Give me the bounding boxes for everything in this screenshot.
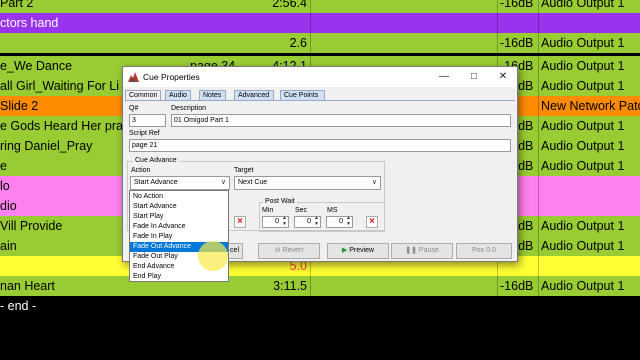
cue-number-field[interactable]: 3 xyxy=(129,114,166,127)
sec-spinner[interactable]: 0 ▲ ▼ xyxy=(294,215,321,228)
min-value: 0 xyxy=(275,218,279,225)
cue-output: Audio Output 1 xyxy=(541,239,625,253)
dropdown-option[interactable]: Start Play xyxy=(130,212,228,222)
dialog-title-bar[interactable]: Cue Properties — □ ✕ xyxy=(123,67,517,87)
cue-name: Part 2 xyxy=(0,0,34,10)
position-button[interactable]: Pos 0.0 xyxy=(456,243,512,259)
script-ref-field[interactable]: page 21 xyxy=(129,139,511,152)
cue-output: Audio Output 1 xyxy=(541,36,625,50)
min-spinner[interactable]: 0 ▲ ▼ xyxy=(262,215,289,228)
post-wait-label: Post Wait xyxy=(263,198,297,205)
sec-value: 0 xyxy=(307,218,311,225)
pause-icon: ❚❚ xyxy=(405,247,419,254)
app-logo-icon xyxy=(128,72,139,82)
tab-divider xyxy=(125,100,515,101)
cue-row[interactable]: 2.6 -16dB Audio Output 1 xyxy=(0,33,640,53)
clear-x-icon[interactable]: × xyxy=(366,216,378,228)
cue-level: -16dB xyxy=(500,279,534,293)
cue-output: Audio Output 1 xyxy=(541,139,625,153)
close-icon[interactable]: ✕ xyxy=(492,70,514,84)
cue-output: Audio Output 1 xyxy=(541,159,625,173)
spinner-arrows-icon[interactable]: ▲ ▼ xyxy=(282,215,287,227)
cue-advance-label: Cue Advance xyxy=(133,157,179,164)
revert-label: Revert xyxy=(282,247,304,254)
dropdown-option[interactable]: End Play xyxy=(130,272,228,282)
preview-label: Preview xyxy=(349,247,375,254)
cue-row[interactable]: nan Heart 3:11.5 -16dB Audio Output 1 xyxy=(0,276,640,296)
description-label: Description xyxy=(171,105,207,112)
description-field[interactable]: 01 Omigod Part 1 xyxy=(171,114,511,127)
cue-name: ctors hand xyxy=(0,16,59,30)
dropdown-option[interactable]: Start Advance xyxy=(130,202,228,212)
cue-row[interactable]: - end - xyxy=(0,296,640,316)
pause-label: Pause xyxy=(418,247,439,254)
cue-output: Audio Output 1 xyxy=(541,279,625,293)
pause-button[interactable]: ❚❚ Pause xyxy=(391,243,453,259)
ms-value: 0 xyxy=(339,218,343,225)
dropdown-option[interactable]: Fade In Advance xyxy=(130,222,228,232)
target-select-value: Next Cue xyxy=(238,179,268,186)
cue-duration: 2:56.4 xyxy=(272,0,307,10)
ms-spinner[interactable]: 0 ▲ ▼ xyxy=(326,215,353,228)
cue-level: -16dB xyxy=(500,36,534,50)
spinner-arrows-icon[interactable]: ▲ ▼ xyxy=(346,215,351,227)
cue-row[interactable]: ctors hand xyxy=(0,13,640,33)
cue-output: Audio Output 1 xyxy=(541,119,625,133)
action-select[interactable]: Start Advance ∨ xyxy=(130,176,230,190)
action-label: Action xyxy=(131,167,151,174)
revert-icon: ⊘ xyxy=(274,247,283,254)
cue-output: Audio Output 1 xyxy=(541,0,625,10)
minimize-icon[interactable]: — xyxy=(433,70,455,84)
cue-name: - end - xyxy=(0,299,37,313)
spinner-arrows-icon[interactable]: ▲ ▼ xyxy=(314,215,319,227)
preview-button[interactable]: ▶ Preview xyxy=(327,243,389,259)
cue-duration: 3:11.5 xyxy=(273,279,307,293)
script-ref-label: Script Ref xyxy=(129,130,160,137)
chevron-down-icon: ∨ xyxy=(371,179,377,186)
cue-duration: 2.6 xyxy=(289,36,307,50)
cue-output: New Network Patc xyxy=(541,99,640,113)
min-label: Min xyxy=(262,207,274,214)
sec-label: Sec xyxy=(295,207,308,214)
dialog-title: Cue Properties xyxy=(143,72,200,82)
ms-label: MS xyxy=(327,207,338,214)
clear-x-icon[interactable]: × xyxy=(234,216,246,228)
cue-output: Audio Output 1 xyxy=(541,59,625,73)
target-label: Target xyxy=(234,167,254,174)
cue-row[interactable]: Part 2 2:56.4 -16dB Audio Output 1 xyxy=(0,0,640,13)
cue-output: Audio Output 1 xyxy=(541,79,625,93)
cue-number-label: Q# xyxy=(129,105,139,112)
maximize-icon[interactable]: □ xyxy=(463,70,485,84)
dropdown-option[interactable]: No Action xyxy=(130,192,228,202)
revert-button[interactable]: ⊘ Revert xyxy=(258,243,320,259)
chevron-down-icon: ∨ xyxy=(220,179,226,186)
cursor-highlight xyxy=(198,241,228,271)
column-divider xyxy=(538,0,539,296)
cue-level: -16dB xyxy=(500,0,534,10)
cue-output: Audio Output 1 xyxy=(541,219,625,233)
action-select-value: Start Advance xyxy=(134,179,178,186)
target-select[interactable]: Next Cue ∨ xyxy=(234,176,381,190)
